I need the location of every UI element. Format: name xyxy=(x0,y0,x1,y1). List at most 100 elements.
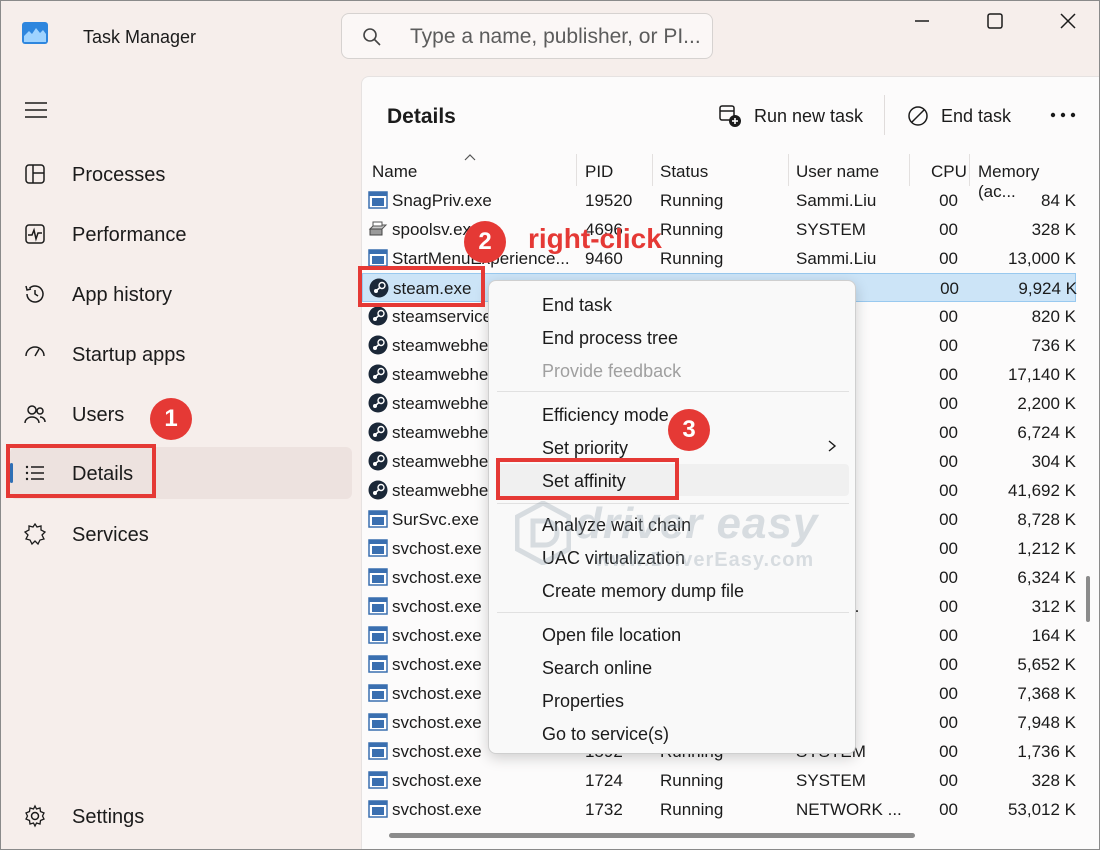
column-divider[interactable] xyxy=(969,154,970,186)
menu-item-uac-virtualization[interactable]: UAC virtualization xyxy=(542,548,685,569)
window-app-icon xyxy=(368,655,388,673)
table-row[interactable]: SnagPriv.exe 19520 Running Sammi.Liu 00 84 K xyxy=(362,186,1076,215)
steam-icon xyxy=(368,451,388,471)
vertical-scrollbar[interactable] xyxy=(1086,576,1090,622)
settings-gear-icon xyxy=(25,804,45,828)
end-task-button[interactable]: End task xyxy=(907,99,1011,133)
page-title: Details xyxy=(387,105,456,128)
process-cpu: 00 xyxy=(939,713,958,732)
process-cpu: 00 xyxy=(939,220,958,239)
process-name: svchost.exe xyxy=(392,771,482,790)
column-header-pid[interactable]: PID xyxy=(585,162,613,182)
process-cpu: 00 xyxy=(939,481,958,500)
process-memory: 6,724 K xyxy=(1017,423,1076,442)
process-memory: 13,000 K xyxy=(1007,249,1076,268)
window-app-icon xyxy=(368,684,388,702)
highlight-set-affinity xyxy=(496,458,679,500)
process-status: Running xyxy=(660,800,724,819)
process-memory: 328 K xyxy=(1031,220,1076,239)
search-icon xyxy=(363,28,381,46)
sidebar-item-label: Performance xyxy=(72,224,187,246)
steam-icon xyxy=(368,335,388,355)
process-status: Running xyxy=(660,191,724,210)
window-app-icon xyxy=(368,539,388,557)
maximize-button[interactable] xyxy=(970,4,1020,38)
sidebar-item-label: App history xyxy=(72,284,173,306)
process-cpu: 00 xyxy=(939,684,958,703)
minimize-button[interactable] xyxy=(897,4,947,38)
process-cpu: 00 xyxy=(939,423,958,442)
process-memory: 304 K xyxy=(1031,452,1076,471)
run-new-task-button[interactable]: Run new task xyxy=(718,99,863,133)
column-divider[interactable] xyxy=(576,154,577,186)
process-cpu: 00 xyxy=(940,279,959,298)
sidebar-item-label: Users xyxy=(72,404,125,426)
sidebar-item-services[interactable]: Services xyxy=(10,508,352,560)
search-box[interactable] xyxy=(341,13,713,59)
process-memory: 41,692 K xyxy=(1007,481,1076,500)
process-cpu: 00 xyxy=(939,655,958,674)
process-cpu: 00 xyxy=(939,394,958,413)
menu-item-set-priority[interactable]: Set priority xyxy=(542,438,628,459)
process-memory: 2,200 K xyxy=(1017,394,1076,413)
sidebar-item-processes[interactable]: Processes xyxy=(10,148,352,200)
hamburger-menu-icon[interactable] xyxy=(24,100,48,120)
process-cpu: 00 xyxy=(939,568,958,587)
column-header-cpu[interactable]: CPU xyxy=(931,162,967,182)
sidebar-item-label: Startup apps xyxy=(72,344,186,366)
column-header-status[interactable]: Status xyxy=(660,162,708,182)
menu-item-properties[interactable]: Properties xyxy=(542,691,624,712)
window-app-icon xyxy=(368,771,388,789)
highlight-details-nav xyxy=(6,444,156,498)
steam-icon xyxy=(368,480,388,500)
close-icon xyxy=(1060,13,1076,29)
process-user: Sammi.Liu xyxy=(796,249,877,268)
steam-icon xyxy=(368,364,388,384)
process-memory: 164 K xyxy=(1031,626,1076,645)
process-memory: 328 K xyxy=(1031,771,1076,790)
process-memory: 1,736 K xyxy=(1017,742,1076,761)
menu-item-efficiency-mode[interactable]: Efficiency mode xyxy=(542,405,669,426)
context-menu: End task End process tree Provide feedba… xyxy=(488,280,856,754)
menu-item-end-task[interactable]: End task xyxy=(542,295,612,316)
menu-separator xyxy=(497,612,849,613)
step-badge-3: 3 xyxy=(668,409,710,451)
process-cpu: 00 xyxy=(939,510,958,529)
menu-item-end-process-tree[interactable]: End process tree xyxy=(542,328,678,349)
sidebar-item-performance[interactable]: Performance xyxy=(10,208,352,260)
column-header-name[interactable]: Name xyxy=(372,162,417,182)
process-memory: 8,728 K xyxy=(1017,510,1076,529)
column-header-user-name[interactable]: User name xyxy=(796,162,879,182)
menu-item-analyze-wait-chain[interactable]: Analyze wait chain xyxy=(542,515,691,536)
sidebar-item-label: Services xyxy=(72,524,149,546)
close-button[interactable] xyxy=(1043,4,1093,38)
column-divider[interactable] xyxy=(788,154,789,186)
horizontal-scrollbar[interactable] xyxy=(389,833,915,838)
menu-item-search-online[interactable]: Search online xyxy=(542,658,652,679)
menu-item-create-memory-dump[interactable]: Create memory dump file xyxy=(542,581,744,602)
process-memory: 9,924 K xyxy=(1018,279,1077,298)
search-input[interactable] xyxy=(410,22,700,52)
sort-ascending-icon xyxy=(464,154,476,161)
menu-item-open-file-location[interactable]: Open file location xyxy=(542,625,681,646)
column-divider[interactable] xyxy=(909,154,910,186)
startup-apps-icon xyxy=(25,346,45,357)
sidebar-item-settings[interactable]: Settings xyxy=(10,790,352,842)
highlight-steam-row xyxy=(358,266,485,307)
column-divider[interactable] xyxy=(652,154,653,186)
task-manager-app-icon xyxy=(22,22,48,44)
process-name: SnagPriv.exe xyxy=(392,191,492,210)
sidebar-item-startup-apps[interactable]: Startup apps xyxy=(10,328,352,380)
window-app-icon xyxy=(368,249,388,267)
end-task-icon xyxy=(908,106,928,126)
process-pid: 1724 xyxy=(585,771,623,790)
users-icon xyxy=(24,405,46,424)
menu-item-go-to-services[interactable]: Go to service(s) xyxy=(542,724,669,745)
chevron-right-icon xyxy=(828,440,837,452)
sidebar-item-label: Processes xyxy=(72,164,166,186)
more-options-icon[interactable] xyxy=(1048,103,1078,127)
table-header: Name PID Status User name CPU Memory (ac… xyxy=(362,154,1076,201)
sidebar-item-app-history[interactable]: App history xyxy=(10,268,352,320)
table-row[interactable]: svchost.exe 1732 Running NETWORK ... 00 53,01… xyxy=(362,795,1076,824)
table-row[interactable]: svchost.exe 1724 Running SYSTEM 00 328 K xyxy=(362,766,1076,795)
